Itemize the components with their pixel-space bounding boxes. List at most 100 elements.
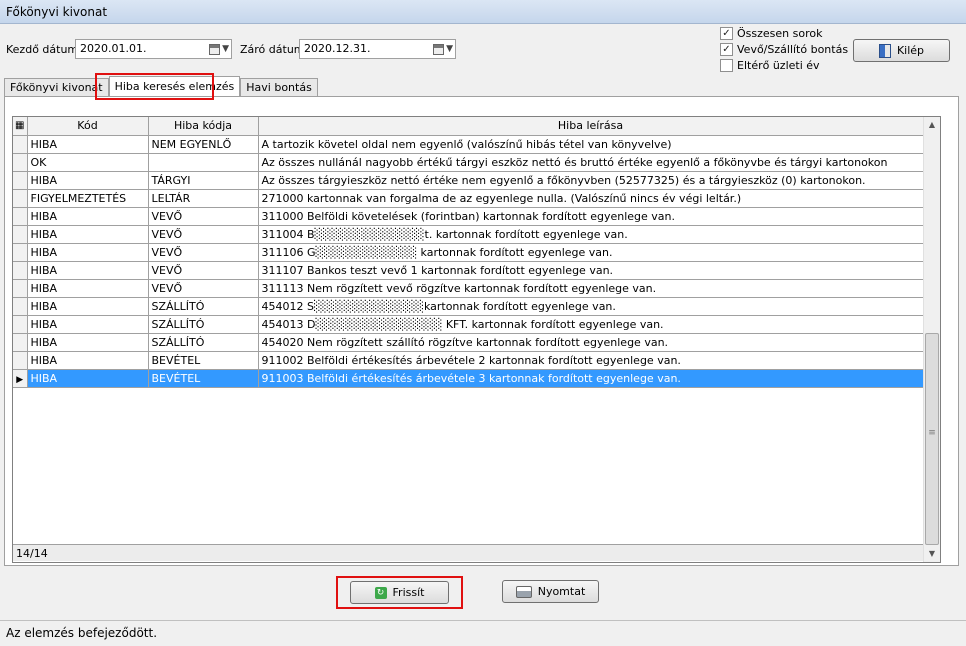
cell-kod[interactable]: HIBA (27, 297, 149, 316)
cell-hiba-leirasa[interactable]: 311000 Belföldi követelések (forintban) … (258, 207, 924, 226)
start-date-field[interactable]: 2020.01.01. ▼ (75, 39, 232, 59)
table-row[interactable]: HIBA BEVÉTEL 911002 Belföldi értékesítés á… (13, 351, 924, 370)
end-date-field[interactable]: 2020.12.31. ▼ (299, 39, 456, 59)
cell-kod[interactable]: HIBA (27, 351, 149, 370)
column-header-hiba-leirasa[interactable]: Hiba leírása (258, 117, 924, 136)
calendar-dropdown-button[interactable]: ▼ (427, 42, 453, 56)
cell-hiba-leirasa[interactable]: 311113 Nem rögzített vevő rögzítve karto… (258, 279, 924, 298)
cell-hiba-leirasa[interactable]: 311106 G░░░░░░░░░░░░ kartonnak fordított… (258, 243, 924, 262)
calendar-dropdown-button[interactable]: ▼ (203, 42, 229, 56)
cell-kod[interactable]: HIBA (27, 243, 149, 262)
cell-hiba-kodja[interactable]: SZÁLLÍTÓ (148, 333, 259, 352)
cell-kod[interactable]: OK (27, 153, 149, 172)
row-indicator[interactable] (13, 171, 28, 190)
record-count: 14/14 (13, 544, 923, 561)
cell-hiba-kodja[interactable]: NEM EGYENLŐ (148, 135, 259, 154)
table-row[interactable]: HIBA VEVŐ 311106 G░░░░░░░░░░░░ kartonnak f… (13, 243, 924, 262)
cell-hiba-kodja[interactable]: SZÁLLÍTÓ (148, 297, 259, 316)
checkbox-icon[interactable]: ✓ (720, 43, 733, 56)
cell-hiba-leirasa[interactable]: Az összes nullánál nagyobb értékű tárgyi… (258, 153, 924, 172)
status-bar: Az elemzés befejeződött. (0, 620, 966, 646)
cell-hiba-leirasa[interactable]: 454013 D░░░░░░░░░░░░░░░ KFT. kartonnak f… (258, 315, 924, 334)
exit-button-label: Kilép (896, 44, 925, 57)
option-checkbox[interactable]: Eltérő üzleti év (720, 59, 848, 72)
cell-kod[interactable]: HIBA (27, 171, 149, 190)
cell-hiba-leirasa[interactable]: 311107 Bankos teszt vevő 1 kartonnak for… (258, 261, 924, 280)
tab-fokonyvi-kivonat[interactable]: Főkönyvi kivonat (4, 78, 109, 96)
cell-hiba-leirasa[interactable]: 911002 Belföldi értékesítés árbevétele 2… (258, 351, 924, 370)
cell-kod[interactable]: HIBA (27, 315, 149, 334)
table-row[interactable]: HIBA VEVŐ 311000 Belföldi követelések (for… (13, 207, 924, 226)
row-indicator[interactable] (13, 189, 28, 208)
scroll-up-arrow[interactable]: ▲ (924, 117, 940, 133)
table-row[interactable]: HIBA VEVŐ 311004 B░░░░░░░░░░░░░t. kartonna… (13, 225, 924, 244)
table-row[interactable]: HIBA SZÁLLÍTÓ 454012 S░░░░░░░░░░░░░kartonn… (13, 297, 924, 316)
cell-hiba-leirasa[interactable]: 454012 S░░░░░░░░░░░░░kartonnak fordított… (258, 297, 924, 316)
table-row[interactable]: HIBA TÁRGYI Az összes tárgyieszköz nettó é… (13, 171, 924, 190)
checkbox-icon[interactable] (720, 59, 733, 72)
cell-hiba-leirasa[interactable]: 454020 Nem rögzített szállító rögzítve k… (258, 333, 924, 352)
cell-hiba-kodja[interactable]: VEVŐ (148, 261, 259, 280)
print-button[interactable]: Nyomtat (502, 580, 599, 603)
cell-hiba-leirasa[interactable]: 311004 B░░░░░░░░░░░░░t. kartonnak fordít… (258, 225, 924, 244)
cell-hiba-kodja[interactable]: LELTÁR (148, 189, 259, 208)
cell-kod[interactable]: HIBA (27, 135, 149, 154)
table-row[interactable]: HIBA SZÁLLÍTÓ 454020 Nem rögzített szállít… (13, 333, 924, 352)
cell-kod[interactable]: HIBA (27, 261, 149, 280)
table-row[interactable]: FIGYELMEZTETÉS LELTÁR 271000 kartonnak van… (13, 189, 924, 208)
cell-hiba-kodja[interactable]: TÁRGYI (148, 171, 259, 190)
tab-havi-bontas[interactable]: Havi bontás (240, 78, 318, 96)
grid-corner-icon[interactable]: ▦ (13, 117, 28, 136)
table-row[interactable]: ▶ HIBA BEVÉTEL 911003 Belföldi értékesítés … (13, 369, 924, 388)
window-title: Főkönyvi kivonat (0, 0, 966, 24)
table-row[interactable]: HIBA SZÁLLÍTÓ 454013 D░░░░░░░░░░░░░░░ KFT.… (13, 315, 924, 334)
row-indicator[interactable] (13, 333, 28, 352)
cell-hiba-leirasa[interactable]: A tartozik követel oldal nem egyenlő (va… (258, 135, 924, 154)
cell-kod[interactable]: HIBA (27, 207, 149, 226)
cell-hiba-kodja[interactable]: BEVÉTEL (148, 369, 259, 388)
cell-hiba-leirasa[interactable]: 911003 Belföldi értékesítés árbevétele 3… (258, 369, 924, 388)
row-indicator[interactable] (13, 225, 28, 244)
scroll-thumb[interactable]: ≡ (925, 333, 939, 545)
cell-kod[interactable]: HIBA (27, 333, 149, 352)
row-indicator[interactable] (13, 261, 28, 280)
cell-hiba-kodja[interactable] (148, 153, 259, 172)
option-checkbox[interactable]: ✓ Vevő/Szállító bontás (720, 43, 848, 56)
table-row[interactable]: HIBA NEM EGYENLŐ A tartozik követel oldal … (13, 135, 924, 154)
row-indicator[interactable]: ▶ (13, 369, 28, 388)
refresh-button[interactable]: ↻ Frissít (350, 581, 449, 604)
table-row[interactable]: HIBA VEVŐ 311107 Bankos teszt vevő 1 karto… (13, 261, 924, 280)
vertical-scrollbar[interactable]: ▲ ≡ ▼ (923, 117, 940, 562)
column-header-hiba-kodja[interactable]: Hiba kódja (148, 117, 259, 136)
scroll-down-arrow[interactable]: ▼ (924, 546, 940, 562)
cell-kod[interactable]: FIGYELMEZTETÉS (27, 189, 149, 208)
row-indicator[interactable] (13, 243, 28, 262)
exit-button[interactable]: Kilép (853, 39, 950, 62)
cell-hiba-kodja[interactable]: BEVÉTEL (148, 351, 259, 370)
cell-hiba-kodja[interactable]: SZÁLLÍTÓ (148, 315, 259, 334)
row-indicator[interactable] (13, 135, 28, 154)
row-indicator[interactable] (13, 207, 28, 226)
row-indicator[interactable] (13, 153, 28, 172)
row-indicator[interactable] (13, 351, 28, 370)
table-row[interactable]: OK Az összes nullánál nagyobb értékű tárg… (13, 153, 924, 172)
row-indicator[interactable] (13, 297, 28, 316)
cell-hiba-kodja[interactable]: VEVŐ (148, 225, 259, 244)
cell-hiba-kodja[interactable]: VEVŐ (148, 279, 259, 298)
option-checkbox[interactable]: ✓ Összesen sorok (720, 27, 848, 40)
checkbox-icon[interactable]: ✓ (720, 27, 733, 40)
current-row-arrow-icon: ▶ (16, 374, 24, 385)
cell-kod[interactable]: HIBA (27, 369, 149, 388)
cell-hiba-leirasa[interactable]: 271000 kartonnak van forgalma de az egye… (258, 189, 924, 208)
table-row[interactable]: HIBA VEVŐ 311113 Nem rögzített vevő rögzít… (13, 279, 924, 298)
cell-kod[interactable]: HIBA (27, 225, 149, 244)
error-grid[interactable]: ▦ Kód Hiba kódja Hiba leírása HIBA NEM EG… (12, 116, 941, 563)
row-indicator[interactable] (13, 279, 28, 298)
column-header-kod[interactable]: Kód (27, 117, 149, 136)
cell-hiba-leirasa[interactable]: Az összes tárgyieszköz nettó értéke nem … (258, 171, 924, 190)
cell-hiba-kodja[interactable]: VEVŐ (148, 207, 259, 226)
print-button-label: Nyomtat (537, 585, 586, 598)
cell-hiba-kodja[interactable]: VEVŐ (148, 243, 259, 262)
cell-kod[interactable]: HIBA (27, 279, 149, 298)
row-indicator[interactable] (13, 315, 28, 334)
